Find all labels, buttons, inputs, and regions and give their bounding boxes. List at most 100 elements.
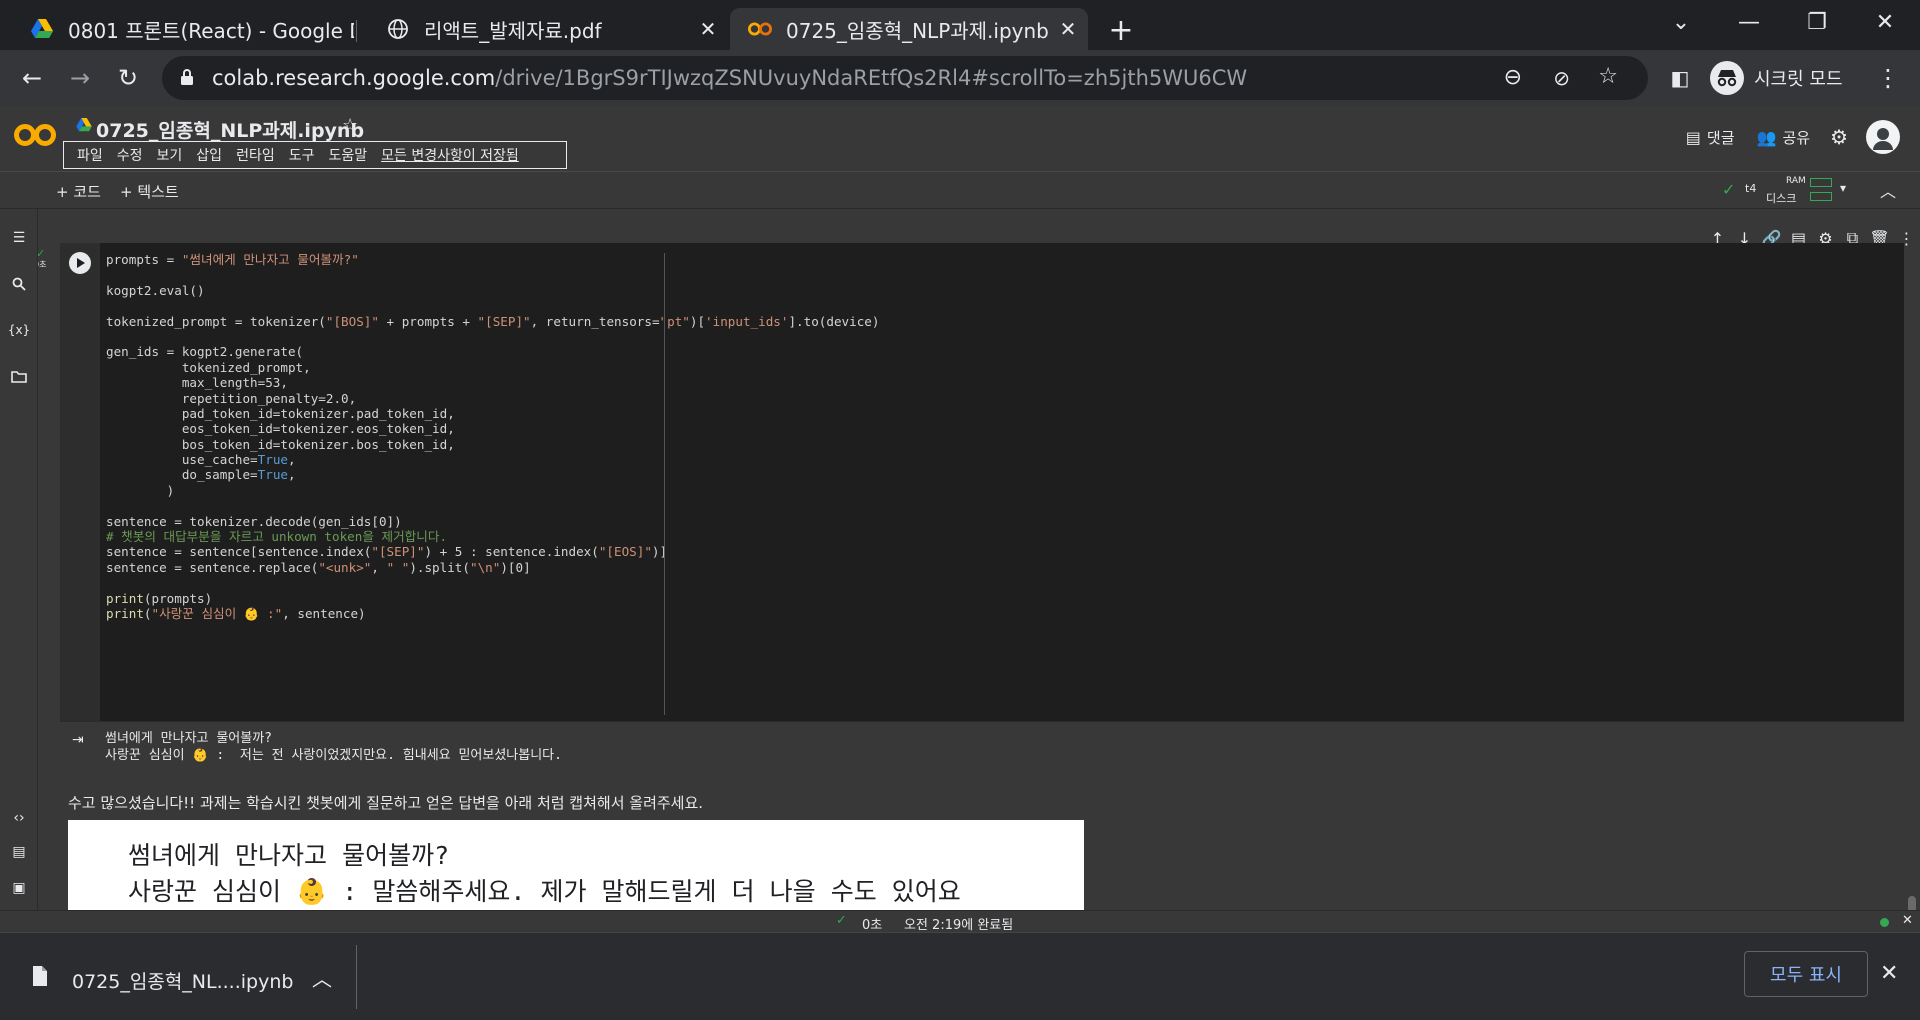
tab-divider: [356, 20, 357, 42]
chevron-up-icon[interactable]: ︿: [312, 963, 332, 992]
menu-insert[interactable]: 삽입: [196, 145, 222, 165]
connected-check-icon: ✓: [1722, 180, 1736, 199]
output-line: 사랑꾼 심심이 👶 : 저는 전 사랑이었겠지만요. 힘내세요 믿어보셨나봅니다…: [105, 748, 562, 763]
folder-icon[interactable]: [8, 365, 30, 387]
code-cell[interactable]: prompts = "썸녀에게 만나자고 물어볼까?" kogpt2.eval(…: [60, 243, 1904, 721]
tab-title: 0801 프론트(React) - Google Dr: [68, 18, 354, 43]
status-text: 오전 2:19에 완료됨: [904, 918, 1014, 933]
close-icon[interactable]: ✕: [694, 15, 722, 43]
notebook-toolbar: + 코드 + 텍스트 ✓ t4 RAM 디스크 ▾ ︿: [0, 173, 1920, 209]
zoom-out-icon[interactable]: ⊖: [1504, 65, 1522, 90]
download-file-name[interactable]: 0725_임종혁_NL....ipynb: [72, 967, 293, 994]
status-bar: ✓ 0초 오전 2:19에 완료됨 ✕: [0, 910, 1920, 933]
lock-icon[interactable]: [180, 68, 194, 86]
tab-google-drive[interactable]: 0801 프론트(React) - Google Dr: [12, 8, 354, 50]
image-line-1: 썸녀에게 만나자고 물어볼까?: [128, 841, 450, 870]
globe-icon: [386, 17, 410, 41]
comment-button[interactable]: 댓글: [1707, 127, 1735, 148]
address-bar[interactable]: colab.research.google.com/drive/1BgrS9rT…: [162, 56, 1648, 100]
code-line: max_length=53,: [106, 375, 288, 391]
output-icon[interactable]: ⇥: [72, 732, 84, 748]
tab-colab-active[interactable]: 0725_임종혁_NLP과제.ipynb - Co ✕: [730, 8, 1088, 50]
eye-off-icon[interactable]: ⊘: [1553, 66, 1570, 90]
minimize-icon[interactable]: —: [1714, 0, 1784, 44]
disk-bar: [1810, 192, 1832, 201]
tab-title: 리액트_발제자료.pdf: [424, 18, 602, 43]
status-dot: [1880, 918, 1889, 927]
forward-icon[interactable]: →: [62, 60, 98, 96]
runtime-badge[interactable]: t4: [1745, 182, 1756, 195]
menu-bar: 파일 수정 보기 삽입 런타임 도구 도움말 모든 변경사항이 저장됨: [63, 141, 567, 169]
code-line: ): [106, 482, 175, 498]
downloads-bar: 0725_임종혁_NL....ipynb ︿ 모두 표시 ✕: [0, 932, 1920, 1020]
tab-search-icon[interactable]: ⌄: [1646, 0, 1716, 44]
status-check-icon: ✓: [836, 913, 847, 928]
code-line: print("사랑꾼 심심이 👶 :", sentence): [106, 605, 366, 621]
incognito-indicator[interactable]: 시크릿 모드: [1710, 56, 1843, 100]
search-icon[interactable]: [8, 273, 30, 295]
reload-icon[interactable]: ↻: [110, 60, 146, 96]
run-gutter: [60, 243, 100, 721]
colab-icon: [748, 17, 772, 41]
add-text-button[interactable]: + 텍스트: [120, 181, 179, 202]
comment-icon: ▤: [1685, 127, 1701, 147]
run-cell-button[interactable]: [69, 252, 91, 274]
status-close-icon[interactable]: ✕: [1902, 913, 1913, 928]
show-all-button[interactable]: 모두 표시: [1744, 951, 1868, 997]
table-of-contents-icon[interactable]: ☰: [8, 227, 30, 249]
tab-title: 0725_임종혁_NLP과제.ipynb - Co: [786, 18, 1054, 43]
code-line: print(prompts): [106, 590, 213, 606]
status-time: 0초: [862, 918, 883, 933]
downloads-close-icon[interactable]: ✕: [1880, 961, 1898, 986]
terminal-icon[interactable]: ▣: [8, 877, 30, 899]
google-drive-icon: [30, 17, 54, 41]
avatar[interactable]: [1866, 120, 1900, 154]
new-tab-button[interactable]: +: [1086, 8, 1156, 52]
code-editor[interactable]: prompts = "썸녀에게 만나자고 물어볼까?" kogpt2.eval(…: [106, 251, 880, 621]
code-line: bos_token_id=tokenizer.bos_token_id,: [106, 436, 455, 452]
browser-menu-icon[interactable]: ⋮: [1870, 60, 1906, 96]
menu-edit[interactable]: 수정: [117, 145, 143, 165]
left-sidebar: ☰ {x} ‹› ▤ ▣: [0, 209, 38, 914]
notebook-title[interactable]: 0725_임종혁_NLP과제.ipynb: [96, 116, 364, 143]
image-line-2: 사랑꾼 심심이 👶 : 말씀해주세요. 제가 말해드릴게 더 나을 수도 있어요: [128, 877, 961, 906]
command-palette-icon[interactable]: ▤: [8, 841, 30, 863]
side-panel-icon[interactable]: ◧: [1662, 60, 1698, 96]
settings-gear-icon[interactable]: ⚙: [1830, 125, 1848, 149]
close-icon[interactable]: ✕: [1054, 15, 1082, 43]
back-icon[interactable]: ←: [14, 60, 50, 96]
dropdown-arrow-icon[interactable]: ▾: [1840, 181, 1846, 195]
menu-tools[interactable]: 도구: [289, 145, 315, 165]
code-line: sentence = tokenizer.decode(gen_ids[0]): [106, 513, 402, 529]
tab-pdf[interactable]: 리액트_발제자료.pdf ✕: [368, 8, 728, 50]
code-line: # 챗봇의 대답부분을 자르고 unkown token을 제거합니다.: [106, 529, 448, 545]
disk-label: 디스크: [1766, 192, 1797, 205]
menu-view[interactable]: 보기: [157, 145, 183, 165]
file-icon: [32, 965, 48, 987]
share-button[interactable]: 공유: [1782, 127, 1810, 148]
code-snippets-icon[interactable]: ‹›: [8, 807, 30, 829]
resource-monitor[interactable]: RAM 디스크: [1766, 175, 1838, 205]
code-line: pad_token_id=tokenizer.pad_token_id,: [106, 405, 455, 421]
menu-help[interactable]: 도움말: [328, 145, 367, 165]
code-line: tokenized_prompt = tokenizer("[BOS]" + p…: [106, 313, 880, 329]
code-line: kogpt2.eval(): [106, 282, 205, 298]
window-close-icon[interactable]: ✕: [1850, 0, 1920, 44]
variables-icon[interactable]: {x}: [8, 319, 30, 341]
code-line: sentence = sentence.replace("<unk>", " "…: [106, 559, 531, 575]
collapse-header-icon[interactable]: ︿: [1880, 178, 1896, 202]
colab-header: 0725_임종혁_NLP과제.ipynb ☆ 파일 수정 보기 삽입 런타임 도…: [0, 106, 1920, 172]
star-icon[interactable]: ☆: [342, 115, 358, 136]
restore-icon[interactable]: ❐: [1782, 0, 1852, 44]
add-code-button[interactable]: + 코드: [56, 181, 101, 202]
menu-file[interactable]: 파일: [77, 145, 103, 165]
colab-logo[interactable]: [14, 122, 56, 148]
bookmark-star-icon[interactable]: ☆: [1598, 64, 1618, 89]
drive-small-icon: [76, 118, 92, 132]
saved-status[interactable]: 모든 변경사항이 저장됨: [381, 145, 519, 165]
menu-runtime[interactable]: 런타임: [236, 145, 275, 165]
tab-strip: 0801 프론트(React) - Google Dr 리액트_발제자료.pdf…: [0, 0, 1920, 50]
